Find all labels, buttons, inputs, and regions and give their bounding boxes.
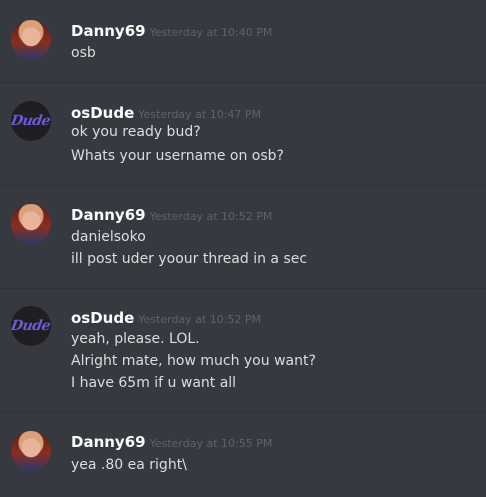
- message-header: osDude Yesterday at 10:47 PM: [71, 103, 261, 122]
- message-divider: [0, 412, 486, 413]
- user-avatar[interactable]: [11, 204, 51, 244]
- dude-logo-icon: Dude: [11, 113, 51, 129]
- message-header: Danny69 Yesterday at 10:40 PM: [71, 21, 272, 40]
- user-avatar[interactable]: Dude: [11, 101, 51, 141]
- message-text: ill post uder yoour thread in a sec: [71, 251, 308, 267]
- timestamp: Yesterday at 10:52 PM: [138, 313, 262, 326]
- username[interactable]: osDude: [71, 104, 134, 122]
- message-header: osDude Yesterday at 10:52 PM: [71, 308, 261, 327]
- username[interactable]: Danny69: [71, 206, 146, 224]
- timestamp: Yesterday at 10:52 PM: [149, 210, 273, 223]
- timestamp: Yesterday at 10:40 PM: [149, 26, 273, 39]
- message-text: osb: [71, 45, 96, 61]
- message-text: Whats your username on osb?: [71, 148, 284, 164]
- message-divider: [0, 185, 486, 186]
- message-text: ok you ready bud?: [71, 124, 201, 140]
- timestamp: Yesterday at 10:47 PM: [138, 108, 262, 121]
- message-text: danielsoko: [71, 229, 146, 245]
- username[interactable]: Danny69: [71, 22, 146, 40]
- message-text: I have 65m if u want all: [71, 375, 237, 391]
- message-header: Danny69 Yesterday at 10:52 PM: [71, 205, 272, 224]
- username[interactable]: Danny69: [71, 433, 146, 451]
- message-divider: [0, 82, 486, 83]
- user-avatar[interactable]: [11, 20, 51, 60]
- message-text: yea .80 ea right\: [71, 457, 187, 473]
- chat-messages: Danny69 Yesterday at 10:40 PM osb Dude os…: [0, 0, 486, 497]
- timestamp: Yesterday at 10:55 PM: [149, 437, 273, 450]
- dude-logo-icon: Dude: [11, 318, 51, 334]
- message-divider: [0, 288, 486, 289]
- message-header: Danny69 Yesterday at 10:55 PM: [71, 432, 272, 451]
- user-avatar[interactable]: Dude: [11, 306, 51, 346]
- username[interactable]: osDude: [71, 309, 134, 327]
- message-text: yeah, please. LOL.: [71, 331, 200, 347]
- user-avatar[interactable]: [11, 431, 51, 471]
- message-text: Alright mate, how much you want?: [71, 353, 316, 369]
